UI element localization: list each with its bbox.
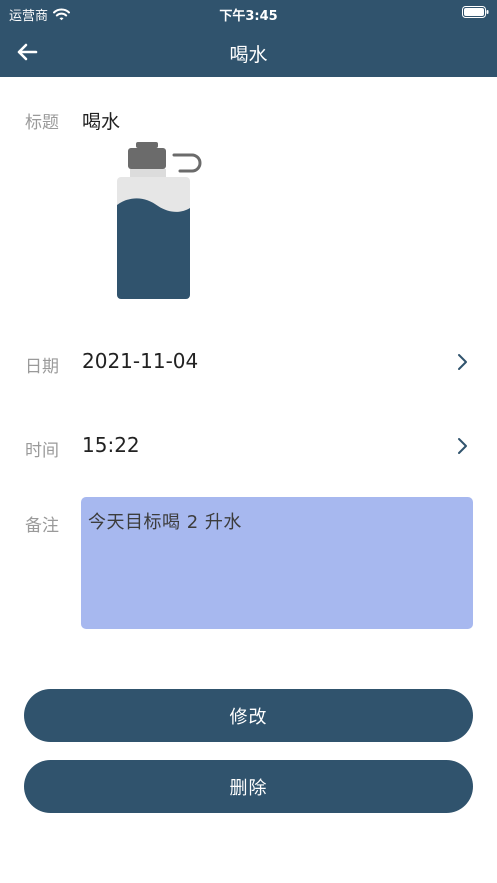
modify-button[interactable]: 修改 — [24, 689, 473, 742]
time-label: 时间 — [25, 441, 59, 461]
title-value: 喝水 — [82, 111, 121, 133]
status-bar: 运营商 下午3:45 — [0, 0, 497, 26]
water-bottle-icon[interactable] — [116, 142, 206, 302]
date-value[interactable]: 2021-11-04 — [82, 349, 198, 373]
date-label: 日期 — [25, 357, 59, 377]
delete-button[interactable]: 删除 — [24, 760, 473, 813]
notes-label: 备注 — [25, 516, 59, 536]
header: 运营商 下午3:45 喝水 — [0, 0, 497, 77]
chevron-right-icon[interactable] — [455, 436, 469, 456]
notes-textarea[interactable]: 今天目标喝 2 升水 — [81, 497, 473, 629]
page-title: 喝水 — [229, 44, 268, 66]
chevron-right-icon[interactable] — [455, 352, 469, 372]
status-time: 下午3:45 — [219, 9, 278, 24]
time-value[interactable]: 15:22 — [82, 433, 140, 457]
battery-icon — [462, 6, 489, 18]
edit-entry-screen: 运营商 下午3:45 喝水 标题 喝水 日期 2021-11-04 时间 15:… — [0, 0, 497, 883]
title-label: 标题 — [25, 113, 59, 133]
